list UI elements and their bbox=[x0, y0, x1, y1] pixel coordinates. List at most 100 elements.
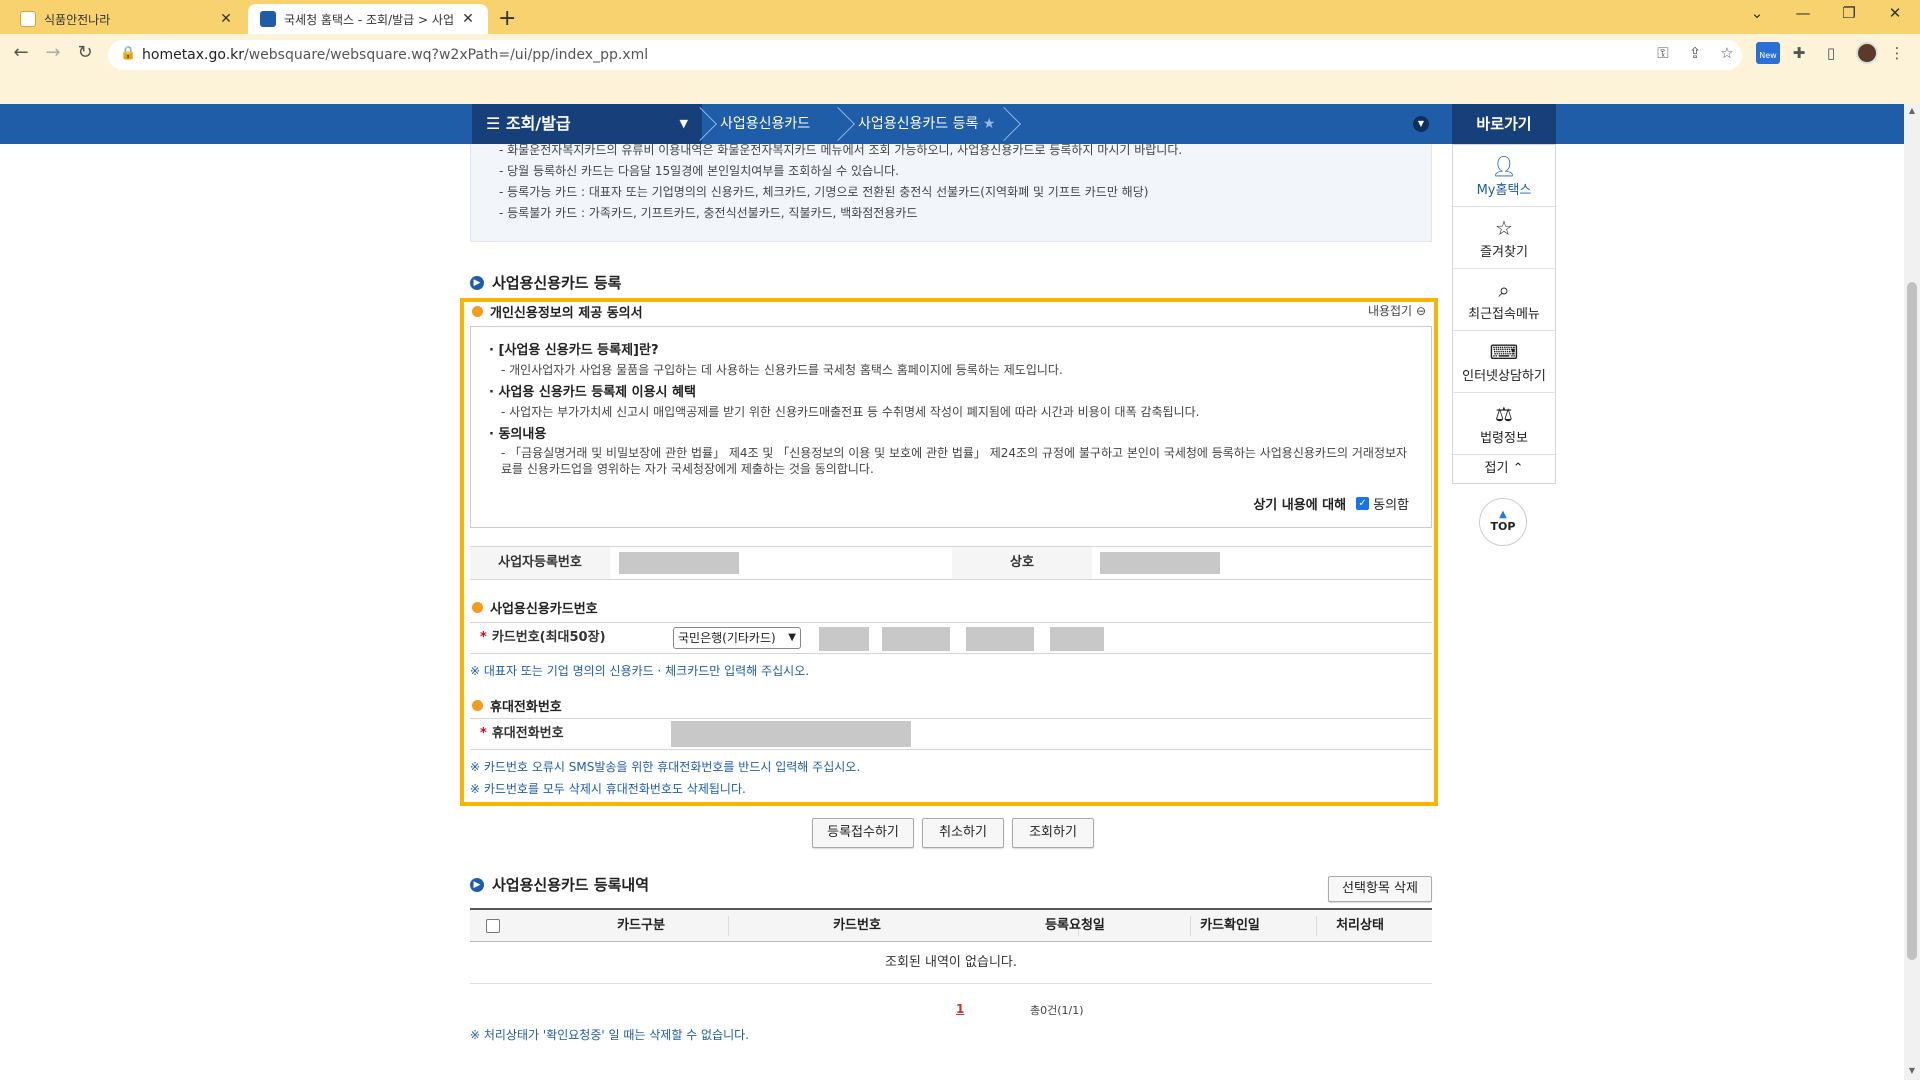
consent-heading: · 동의내용 bbox=[489, 427, 547, 442]
register-section-title: ▶ 사업용신용카드 등록 bbox=[470, 272, 621, 293]
breadcrumb-item-1[interactable]: 사업용신용카드 bbox=[720, 104, 810, 144]
scroll-top-button[interactable]: ▲ TOP bbox=[1479, 498, 1527, 546]
quick-item-online-consult[interactable]: ⌨ 인터넷상담하기 bbox=[1453, 331, 1555, 393]
expand-down-icon[interactable]: ▼ bbox=[1413, 116, 1429, 132]
back-arrow-icon[interactable]: ← bbox=[8, 42, 34, 63]
card-number-part3-input[interactable] bbox=[966, 627, 1034, 651]
star-bookmark-icon[interactable]: ☆ bbox=[1716, 44, 1738, 62]
tab-title: 식품안전나라 bbox=[44, 12, 111, 27]
quick-menu-fold-button[interactable]: 접기 ⌃ bbox=[1453, 455, 1555, 483]
key-icon[interactable]: ⚿ bbox=[1652, 44, 1674, 62]
reload-icon[interactable]: ↻ bbox=[72, 42, 98, 63]
table-header: 카드구분 카드번호 등록요청일 카드확인일 처리상태 bbox=[470, 910, 1432, 942]
biz-no-value-masked bbox=[619, 552, 739, 574]
scrollbar-thumb[interactable] bbox=[1907, 282, 1917, 960]
card-company-select[interactable]: 국민은행(기타카드) ▼ bbox=[673, 627, 801, 649]
select-all-checkbox[interactable] bbox=[486, 919, 500, 933]
agree-check-label[interactable]: 동의함 bbox=[1373, 494, 1409, 513]
profile-avatar[interactable] bbox=[1856, 42, 1878, 64]
phone-section-title: 휴대전화번호 bbox=[472, 696, 562, 715]
menu-label: 조회/발급 bbox=[505, 114, 571, 133]
search-button[interactable]: 조회하기 bbox=[1012, 818, 1094, 848]
pagination-page-1[interactable]: 1 bbox=[956, 1002, 964, 1016]
new-extension-icon[interactable]: New bbox=[1756, 42, 1780, 64]
agree-row: 상기 내용에 대해 ✓ 동의함 bbox=[1253, 494, 1409, 513]
hometax-favicon-icon bbox=[260, 11, 276, 27]
breadcrumb-separator bbox=[821, 107, 855, 141]
browser-tab-hometax[interactable]: 국세청 홈택스 - 조회/발급 > 사업 ✕ bbox=[248, 4, 488, 34]
star-icon: ☆ bbox=[1495, 216, 1513, 240]
laptop-icon: ⌨ bbox=[1489, 340, 1519, 364]
share-icon[interactable]: ⇪ bbox=[1684, 44, 1706, 62]
biz-no-label: 사업자등록번호 bbox=[470, 547, 610, 579]
restore-icon[interactable]: ❐ bbox=[1834, 4, 1864, 22]
fold-content-button[interactable]: 내용접기 ⊖ bbox=[1368, 302, 1426, 319]
notice-line: - 등록불가 카드 : 가족카드, 기프트카드, 충전식선불카드, 직불카드, … bbox=[499, 206, 918, 220]
quick-item-favorites[interactable]: ☆ 즐겨찾기 bbox=[1453, 207, 1555, 269]
section-bullet-icon: ▶ bbox=[470, 877, 484, 892]
window-close-icon[interactable]: ✕ bbox=[1880, 4, 1910, 22]
url-text: hometax.go.kr/websquare/websquare.wq?w2x… bbox=[142, 47, 649, 63]
phone-input[interactable] bbox=[671, 721, 911, 747]
address-bar[interactable]: 🔒 hometax.go.kr/websquare/websquare.wq?w… bbox=[108, 40, 1742, 70]
chevron-down-icon: ▼ bbox=[788, 632, 796, 643]
quick-item-label: 법령정보 bbox=[1480, 431, 1528, 446]
phone-row: * 휴대전화번호 bbox=[470, 718, 1432, 750]
close-icon[interactable]: ✕ bbox=[460, 11, 476, 27]
quick-item-label: 최근접속메뉴 bbox=[1468, 307, 1540, 322]
agree-label: 상기 내용에 대해 bbox=[1253, 498, 1347, 513]
orange-bullet-icon bbox=[472, 700, 483, 711]
consent-heading: · 사업용 신용카드 등록제 이용시 혜택 bbox=[489, 385, 696, 400]
tab-search-chevron-icon[interactable]: ⌄ bbox=[1742, 4, 1772, 22]
lock-icon: 🔒 bbox=[120, 46, 137, 61]
card-number-part2-input[interactable] bbox=[882, 627, 950, 651]
minimize-icon[interactable]: — bbox=[1788, 4, 1818, 22]
required-mark-icon: * bbox=[480, 726, 487, 741]
notice-line: - 등록가능 카드 : 대표자 또는 기업명의의 신용카드, 체크카드, 기명으… bbox=[499, 185, 1149, 199]
forward-arrow-icon[interactable]: → bbox=[40, 42, 66, 63]
consent-heading: · [사업용 신용카드 등록제]란? bbox=[489, 343, 659, 358]
submit-button[interactable]: 등록접수하기 bbox=[812, 818, 914, 848]
notice-line: - 화물운전자복지카드의 유류비 이용내역은 화물운전자복지카드 메뉴에서 조회… bbox=[499, 143, 1183, 157]
extensions-puzzle-icon[interactable]: ✚ bbox=[1788, 44, 1810, 62]
notice-box: - 화물운전자복지카드의 유류비 이용내역은 화물운전자복지카드 메뉴에서 조회… bbox=[470, 143, 1432, 242]
list-note: ※ 처리상태가 '확인요청중' 일 때는 삭제할 수 없습니다. bbox=[470, 1028, 750, 1042]
site-favicon-icon bbox=[20, 11, 36, 27]
consent-text: - 「금융실명거래 및 비밀보장에 관한 법률」 제4조 및 「신용정보의 이용… bbox=[501, 446, 1408, 476]
section-bullet-icon: ▶ bbox=[470, 275, 484, 290]
more-menu-icon[interactable]: ⋮ bbox=[1886, 44, 1908, 62]
card-number-label: * 카드번호(최대50장) bbox=[480, 630, 606, 645]
card-number-part1-input[interactable] bbox=[819, 627, 869, 651]
chevron-up-icon: ⌃ bbox=[1512, 461, 1524, 476]
side-panel-icon[interactable]: ▯ bbox=[1820, 44, 1842, 62]
orange-bullet-icon bbox=[472, 306, 483, 317]
agree-checkbox[interactable]: ✓ bbox=[1356, 497, 1370, 510]
list-section-title: ▶ 사업용신용카드 등록내역 bbox=[470, 874, 649, 895]
browser-toolbar: ← → ↻ 🔒 hometax.go.kr/websquare/websquar… bbox=[0, 34, 1920, 104]
recent-search-icon: ⌕ bbox=[1498, 278, 1510, 302]
phone-note-1: ※ 카드번호 오류시 SMS발송을 위한 휴대전화번호를 반드시 입력해 주십시… bbox=[470, 760, 861, 774]
company-label: 상호 bbox=[952, 547, 1092, 579]
new-tab-plus-icon[interactable]: + bbox=[498, 6, 516, 31]
quick-item-label: My홈택스 bbox=[1476, 183, 1532, 198]
quick-item-recent-menu[interactable]: ⌕ 최근접속메뉴 bbox=[1453, 269, 1555, 331]
quick-item-my-hometax[interactable]: 👤︎ My홈택스 bbox=[1453, 145, 1555, 207]
pagination-total: 총0건(1/1) bbox=[1030, 1004, 1084, 1017]
card-number-part4-input[interactable] bbox=[1050, 627, 1104, 651]
required-mark-icon: * bbox=[480, 630, 487, 645]
delete-selected-button[interactable]: 선택항목 삭제 bbox=[1328, 876, 1432, 902]
close-icon[interactable]: ✕ bbox=[218, 11, 234, 27]
card-section-title: 사업용신용카드번호 bbox=[472, 598, 598, 617]
empty-row: 조회된 내역이 없습니다. bbox=[470, 942, 1432, 984]
tab-title: 국세청 홈택스 - 조회/발급 > 사업 bbox=[284, 12, 454, 27]
scroll-down-arrow-icon[interactable]: ▼ bbox=[1904, 1066, 1920, 1075]
quick-item-law-info[interactable]: ⚖ 법령정보 bbox=[1453, 393, 1555, 455]
registration-list-table: 카드구분 카드번호 등록요청일 카드확인일 처리상태 조회된 내역이 없습니다. bbox=[470, 908, 1432, 984]
breadcrumb-item-2[interactable]: 사업용신용카드 등록 ★ bbox=[858, 104, 995, 144]
cancel-button[interactable]: 취소하기 bbox=[922, 818, 1004, 848]
menu-dropdown[interactable]: ☰ 조회/발급 ▼ bbox=[472, 104, 702, 144]
browser-tab-foodsafety[interactable]: 식품안전나라 ✕ bbox=[8, 4, 246, 34]
consent-title: 개인신용정보의 제공 동의서 bbox=[472, 302, 643, 321]
quick-menu: 👤︎ My홈택스 ☆ 즐겨찾기 ⌕ 최근접속메뉴 ⌨ 인터넷상담하기 ⚖ 법령정… bbox=[1452, 144, 1556, 484]
scroll-up-arrow-icon[interactable]: ▲ bbox=[1904, 106, 1920, 115]
